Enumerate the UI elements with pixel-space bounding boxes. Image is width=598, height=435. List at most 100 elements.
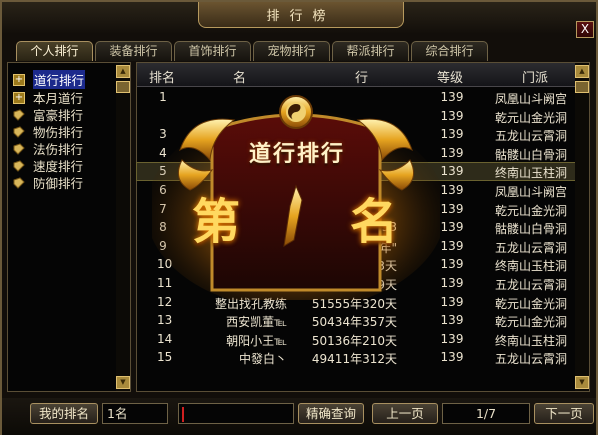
level-cell: 139 xyxy=(440,164,464,179)
level-cell: 139 xyxy=(440,183,464,197)
next-page-button[interactable]: 下一页 xyxy=(534,403,594,424)
table-row[interactable]: 13 西安凯董℡ 50434年357天 139 乾元山金光洞 xyxy=(137,312,575,329)
level-cell: 139 xyxy=(440,220,464,235)
table-row[interactable]: 14 朝阳小王℡ 50136年210天 139 终南山玉柱洞 xyxy=(137,331,575,348)
close-button[interactable]: X xyxy=(576,21,594,38)
scroll-icon xyxy=(13,142,25,155)
tab-guild[interactable]: 帮派排行 xyxy=(332,41,409,61)
rank-cell: 7 xyxy=(159,201,167,216)
col-sect[interactable]: 门派 xyxy=(522,67,548,86)
rank-cell: 9 xyxy=(159,238,167,253)
rank-cell: 15 xyxy=(157,350,173,365)
sidebar-item-monthly[interactable]: + 本月道行 xyxy=(13,89,125,106)
table-row[interactable]: 139 乾元山金光洞 xyxy=(137,108,575,125)
table-row[interactable]: 9 音法金" 53090年" 139 五龙山云霄洞 xyxy=(137,238,575,255)
scroll-down-icon[interactable]: ▼ xyxy=(116,376,130,389)
plus-icon[interactable]: + xyxy=(13,73,25,86)
sect-cell: 凤凰山斗阙宫 xyxy=(495,92,568,106)
level-cell: 139 xyxy=(440,238,464,253)
rank-cell: 14 xyxy=(157,331,173,346)
name-cell: 朝阳小王℡ xyxy=(226,333,287,348)
scroll-thumb[interactable] xyxy=(116,81,130,93)
rank-cell: 8 xyxy=(159,220,167,235)
rank-cell: 12 xyxy=(157,294,173,309)
table-row[interactable]: 12 整出找孔教练 51555年320天 139 乾元山金光洞 xyxy=(137,294,575,311)
table-scrollbar[interactable]: ▲ ▼ xyxy=(575,63,589,391)
col-level[interactable]: 等级 xyxy=(437,67,463,86)
window-title: 排行榜 xyxy=(198,2,404,28)
table-row[interactable]: 4 139 骷髅山白骨洞 xyxy=(137,145,575,162)
title-bar[interactable]: 排行榜 X xyxy=(2,2,596,38)
ranking-window: 排行榜 X 个人排行 装备排行 首饰排行 宠物排行 帮派排行 综合排行 + 道行… xyxy=(0,0,598,435)
category-list: + 道行排行 + 本月道行 富豪排行 物伤排行 法伤排行 速度排行 防御排行 ▲ xyxy=(7,62,131,392)
tab-jewelry[interactable]: 首饰排行 xyxy=(174,41,251,61)
level-cell: 139 xyxy=(440,257,464,272)
sect-cell: 终南山玉柱洞 xyxy=(495,259,568,274)
table-row[interactable]: 8 整出 53353 139 骷髅山白骨洞 xyxy=(137,219,575,236)
rank-cell: 4 xyxy=(159,145,167,160)
left-scrollbar[interactable]: ▲ ▼ xyxy=(116,63,130,391)
level-cell: 139 xyxy=(440,294,464,309)
table-row[interactable]: 6 139 凤凰山斗阙宫 xyxy=(137,182,575,199)
scroll-up-icon[interactable]: ▲ xyxy=(575,65,589,78)
name-cell: 中發白丶 xyxy=(238,352,287,367)
sect-cell: 终南山玉柱洞 xyxy=(495,333,568,348)
value-cell: 49411年312天 xyxy=(311,352,397,367)
sidebar-item-speed[interactable]: 速度排行 xyxy=(13,157,125,174)
my-rank-button[interactable]: 我的排名 xyxy=(30,403,98,424)
sect-cell: 终南山玉柱洞 xyxy=(495,166,568,181)
sect-cell: 五龙山云霄洞 xyxy=(495,240,568,255)
table-row[interactable]: 15 中發白丶 49411年312天 139 五龙山云霄洞 xyxy=(137,349,575,366)
level-cell: 139 xyxy=(440,145,464,160)
col-value[interactable]: 行 xyxy=(355,67,368,86)
sidebar-item-magic[interactable]: 法伤排行 xyxy=(13,140,125,157)
sidebar-item-physical[interactable]: 物伤排行 xyxy=(13,123,125,140)
sect-cell: 乾元山金光洞 xyxy=(495,110,568,125)
sect-cell: 五龙山云霄洞 xyxy=(495,278,568,292)
col-name[interactable]: 名 xyxy=(233,67,246,86)
value-cell: 51555年320天 xyxy=(311,296,397,311)
tab-personal[interactable]: 个人排行 xyxy=(16,41,93,61)
sidebar-item-daoxing[interactable]: + 道行排行 xyxy=(13,70,125,89)
sect-cell: 乾元山金光洞 xyxy=(495,296,568,311)
sidebar-item-label: 道行排行 xyxy=(33,70,86,89)
search-button[interactable]: 精确查询 xyxy=(298,403,364,424)
table-row[interactable]: 7 139 乾元山金光洞 xyxy=(137,201,575,218)
tab-equipment[interactable]: 装备排行 xyxy=(95,41,172,61)
prev-page-button[interactable]: 上一页 xyxy=(372,403,438,424)
plus-icon[interactable]: + xyxy=(13,91,25,104)
col-rank[interactable]: 排名 xyxy=(149,67,175,86)
table-row[interactable]: 10 "打绿" 52670年83天 139 终南山玉柱洞 xyxy=(137,256,575,273)
search-input[interactable] xyxy=(178,403,294,424)
rank-cell: 3 xyxy=(159,127,167,142)
value-cell: 50434年357天 xyxy=(311,315,397,330)
sect-cell: 凤凰山斗阙宫 xyxy=(495,185,568,199)
rank-cell: 11 xyxy=(157,276,173,290)
my-rank-value: 1名 xyxy=(102,403,168,424)
table-row[interactable]: 1 139 凤凰山斗阙宫 xyxy=(137,89,575,106)
name-cell: 西安凯董℡ xyxy=(226,315,287,330)
value-cell: 51717年109天 xyxy=(311,278,397,292)
level-cell: 139 xyxy=(440,201,464,216)
value-cell: 53353 xyxy=(358,220,397,235)
tab-overall[interactable]: 综合排行 xyxy=(411,41,488,61)
table-header: 排名 名 行 等级 门派 xyxy=(137,63,589,87)
rank-cell: 5 xyxy=(159,164,167,179)
sidebar-item-defense[interactable]: 防御排行 xyxy=(13,174,125,191)
bottom-bar: 我的排名 1名 精确查询 上一页 1/7 下一页 xyxy=(2,398,596,435)
name-cell: 整出找孔教练 xyxy=(214,296,287,311)
sect-cell: 骷髅山白骨洞 xyxy=(495,222,568,237)
sidebar-item-label: 防御排行 xyxy=(33,176,84,191)
sidebar-item-wealth[interactable]: 富豪排行 xyxy=(13,106,125,123)
scroll-down-icon[interactable]: ▼ xyxy=(575,376,589,389)
rank-cell: 13 xyxy=(157,313,173,328)
scroll-thumb[interactable] xyxy=(575,81,589,93)
value-cell: 50136年210天 xyxy=(311,333,397,348)
table-row[interactable]: 11 十年一梦℡ 51717年109天 139 五龙山云霄洞 xyxy=(137,275,575,292)
table-row[interactable]: 3 139 五龙山云霄洞 xyxy=(137,126,575,143)
scroll-up-icon[interactable]: ▲ xyxy=(116,65,130,78)
table-row[interactable]: 5 139 终南山玉柱洞 xyxy=(136,162,576,182)
tab-pet[interactable]: 宠物排行 xyxy=(253,41,330,61)
sect-cell: 乾元山金光洞 xyxy=(495,203,568,218)
sect-cell: 五龙山云霄洞 xyxy=(495,352,568,367)
